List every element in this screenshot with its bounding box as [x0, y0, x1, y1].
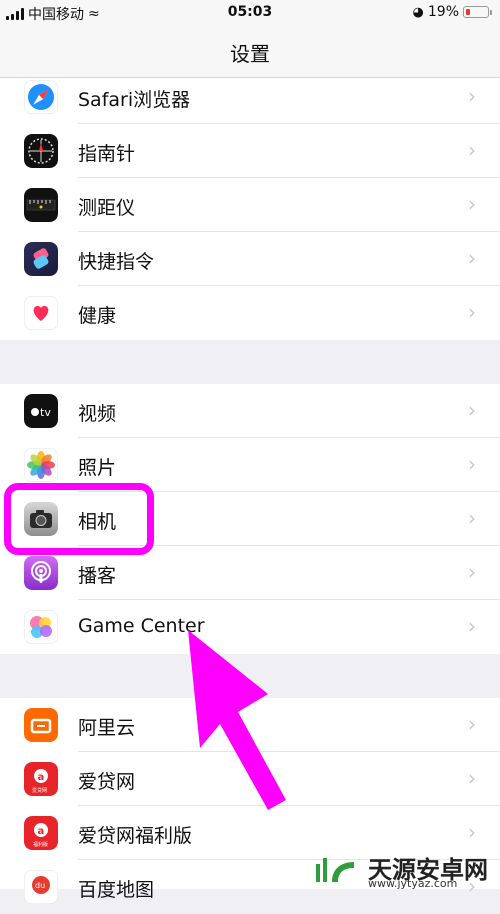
- watermark: 天源安卓网 www.jytyaz.com: [310, 850, 500, 890]
- pointer-arrow-icon: [188, 630, 286, 810]
- watermark-logo-icon: [316, 858, 354, 882]
- watermark-url: www.jytyaz.com: [368, 877, 458, 890]
